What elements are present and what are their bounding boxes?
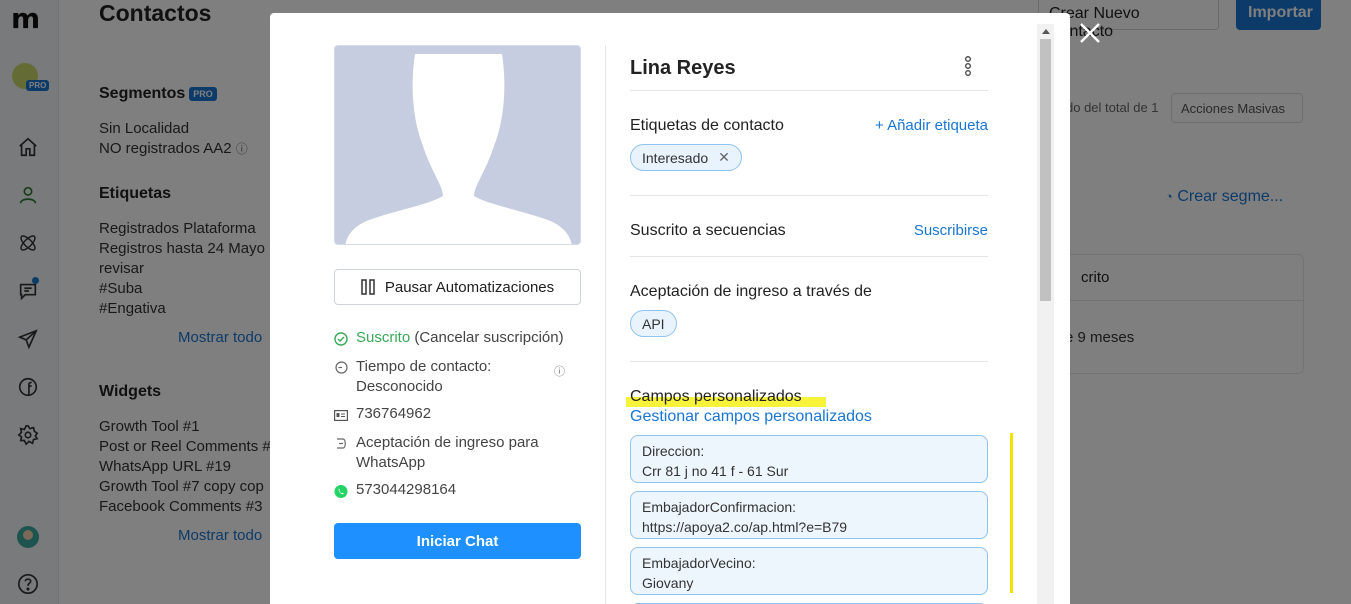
custom-field-name: EmbajadorConfirmacion: (642, 499, 797, 515)
custom-field-ambassador-neighbor[interactable]: EmbajadorVecino: Giovany (630, 547, 988, 595)
tags-label: Etiquetas de contacto (630, 117, 784, 134)
contact-time-text: Tiempo de contacto: Desconocido (356, 358, 492, 395)
custom-field-value: https://apoya2.co/ap.html?e=B79 (642, 519, 848, 535)
contact-detail-modal: Pausar Automatizaciones Suscrito (Cancel… (270, 13, 1070, 604)
acceptance-chip: API (630, 310, 677, 337)
custom-field-value: Giovany (642, 575, 694, 591)
tag-chip: Interesado ✕ (630, 144, 742, 171)
acceptance-label: Aceptación de ingreso a través de (630, 283, 872, 300)
whatsapp-number-row: 573044298164 (334, 481, 456, 500)
sequences-label: Suscrito a secuencias (630, 222, 786, 239)
contact-time-row: Tiempo de contacto: Desconocido ⓘ (334, 357, 581, 397)
whatsapp-acceptance-row: Aceptación de ingreso para WhatsApp (334, 433, 576, 473)
column-divider (605, 45, 606, 604)
help-circle-icon: ⓘ (554, 366, 565, 378)
more-options-icon[interactable] (962, 55, 974, 77)
divider (630, 361, 988, 362)
manage-custom-fields-link[interactable]: Gestionar campos personalizados (630, 408, 872, 426)
opt-in-icon (334, 434, 348, 452)
pause-automations-button[interactable]: Pausar Automatizaciones (334, 269, 581, 305)
divider (630, 256, 988, 257)
custom-field-name: Direccion: (642, 443, 705, 459)
subscribe-sequence-link[interactable]: Suscribirse (870, 222, 988, 239)
id-card-icon (334, 406, 348, 424)
pause-button-label: Pausar Automatizaciones (384, 278, 555, 296)
check-circle-icon (334, 330, 348, 348)
custom-field-ambassador-confirmation[interactable]: EmbajadorConfirmacion: https://apoya2.co… (630, 491, 988, 539)
custom-fields-label: Campos personalizados (630, 388, 802, 405)
pause-icon (361, 279, 375, 295)
unsubscribe-link[interactable]: (Cancelar suscripción) (414, 329, 563, 346)
custom-field-value: Crr 81 j no 41 f - 61 Sur (642, 463, 789, 479)
clock-icon (334, 358, 348, 376)
subscription-status: Suscrito (Cancelar suscripción) (334, 329, 564, 348)
close-icon[interactable] (1078, 21, 1102, 45)
contact-avatar-placeholder (334, 45, 581, 245)
custom-field-name: EmbajadorVecino: (642, 555, 756, 571)
subscribed-label: Suscrito (356, 329, 411, 346)
divider (630, 90, 988, 91)
contact-name: Lina Reyes (630, 57, 736, 79)
yellow-marker-line (1010, 433, 1013, 593)
id-number-text: 736764962 (356, 405, 432, 422)
whatsapp-number-text: 573044298164 (356, 481, 457, 498)
scrollbar-thumb[interactable] (1040, 39, 1051, 301)
tag-chip-label: Interesado (642, 149, 709, 166)
id-row: 736764962 (334, 405, 431, 424)
modal-scrollbar[interactable] (1037, 24, 1054, 604)
whatsapp-icon (334, 482, 348, 500)
add-tag-link[interactable]: + Añadir etiqueta (830, 117, 988, 134)
remove-tag-icon[interactable]: ✕ (718, 149, 730, 166)
whatsapp-acceptance-text: Aceptación de ingreso para WhatsApp (356, 434, 539, 471)
start-chat-button[interactable]: Iniciar Chat (334, 523, 581, 559)
custom-field-address[interactable]: Direccion: Crr 81 j no 41 f - 61 Sur (630, 435, 988, 483)
divider (630, 195, 988, 196)
scroll-up-arrow-icon[interactable] (1042, 29, 1050, 34)
